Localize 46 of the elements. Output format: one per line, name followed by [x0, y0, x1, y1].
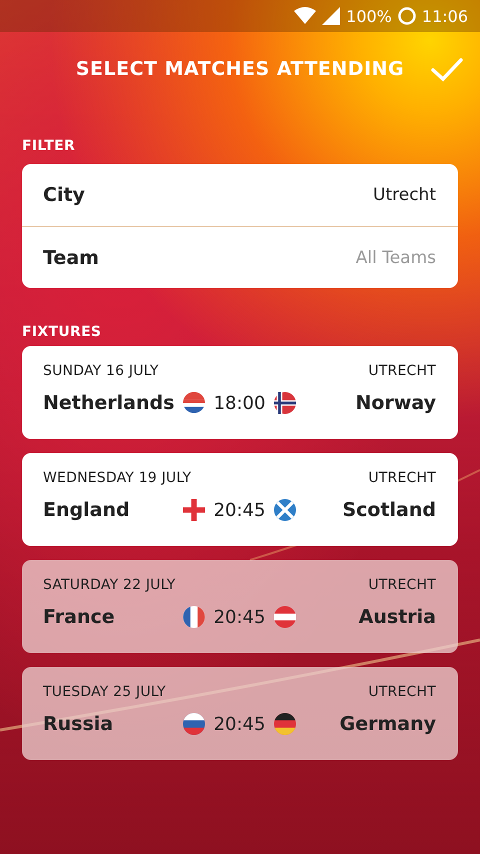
- section-heading: FILTER: [22, 138, 76, 154]
- away-team: Germany: [338, 713, 436, 735]
- filter-label: City: [43, 184, 85, 206]
- fixture-card[interactable]: SUNDAY 16 JULY UTRECHT Netherlands 18:00 Norway: [22, 346, 458, 439]
- match-city: UTRECHT: [368, 684, 436, 700]
- clock: 11:06: [422, 6, 468, 26]
- cross-flag-icon: [274, 392, 296, 414]
- away-team: Austria: [358, 606, 436, 628]
- striped-flag-icon: [182, 713, 205, 735]
- match-city: UTRECHT: [368, 363, 436, 379]
- striped-flag-icon: [274, 606, 296, 628]
- signal-icon: [322, 7, 340, 25]
- match-date: SATURDAY 22 JULY: [43, 577, 176, 593]
- section-heading: FIXTURES: [22, 324, 102, 340]
- fixture-card[interactable]: WEDNESDAY 19 JULY UTRECHT England 20:45 Scotland: [22, 453, 458, 546]
- striped-flag-icon: [182, 606, 205, 628]
- wifi-icon: [294, 7, 316, 25]
- filter-placeholder: All Teams: [356, 248, 436, 268]
- match-city: UTRECHT: [368, 470, 436, 486]
- filter-row[interactable]: City Utrecht: [22, 164, 458, 226]
- kickoff-time: 18:00: [214, 392, 266, 414]
- home-team: France: [43, 606, 116, 628]
- fixture-card[interactable]: SATURDAY 22 JULY UTRECHT France 20:45 Austria: [22, 560, 458, 653]
- screen-title: SELECT MATCHES ATTENDING: [76, 58, 404, 80]
- match-date: SUNDAY 16 JULY: [43, 363, 159, 379]
- match-date: WEDNESDAY 19 JULY: [43, 470, 192, 486]
- saltire-flag-icon: [274, 499, 296, 521]
- filter-value: Utrecht: [373, 185, 436, 205]
- kickoff-time: 20:45: [214, 714, 266, 734]
- kickoff-time: 20:45: [214, 500, 266, 520]
- filter-row[interactable]: Team All Teams: [22, 226, 458, 288]
- match-city: UTRECHT: [368, 577, 436, 593]
- striped-flag-icon: [274, 713, 296, 735]
- kickoff-time: 20:45: [214, 606, 266, 628]
- away-team: Norway: [354, 392, 436, 414]
- circle-icon: [398, 7, 416, 25]
- away-team: Scotland: [341, 499, 436, 521]
- battery-level: 100%: [346, 6, 392, 26]
- filter-label: Team: [43, 246, 99, 268]
- cross-icon: [182, 499, 205, 521]
- home-team: Netherlands: [43, 392, 176, 414]
- match-date: TUESDAY 25 JULY: [43, 684, 166, 700]
- home-team: England: [43, 499, 131, 521]
- home-team: Russia: [43, 713, 114, 735]
- striped-flag-icon: [182, 392, 205, 414]
- fixture-card[interactable]: TUESDAY 25 JULY UTRECHT Russia 20:45 Germany: [22, 667, 458, 760]
